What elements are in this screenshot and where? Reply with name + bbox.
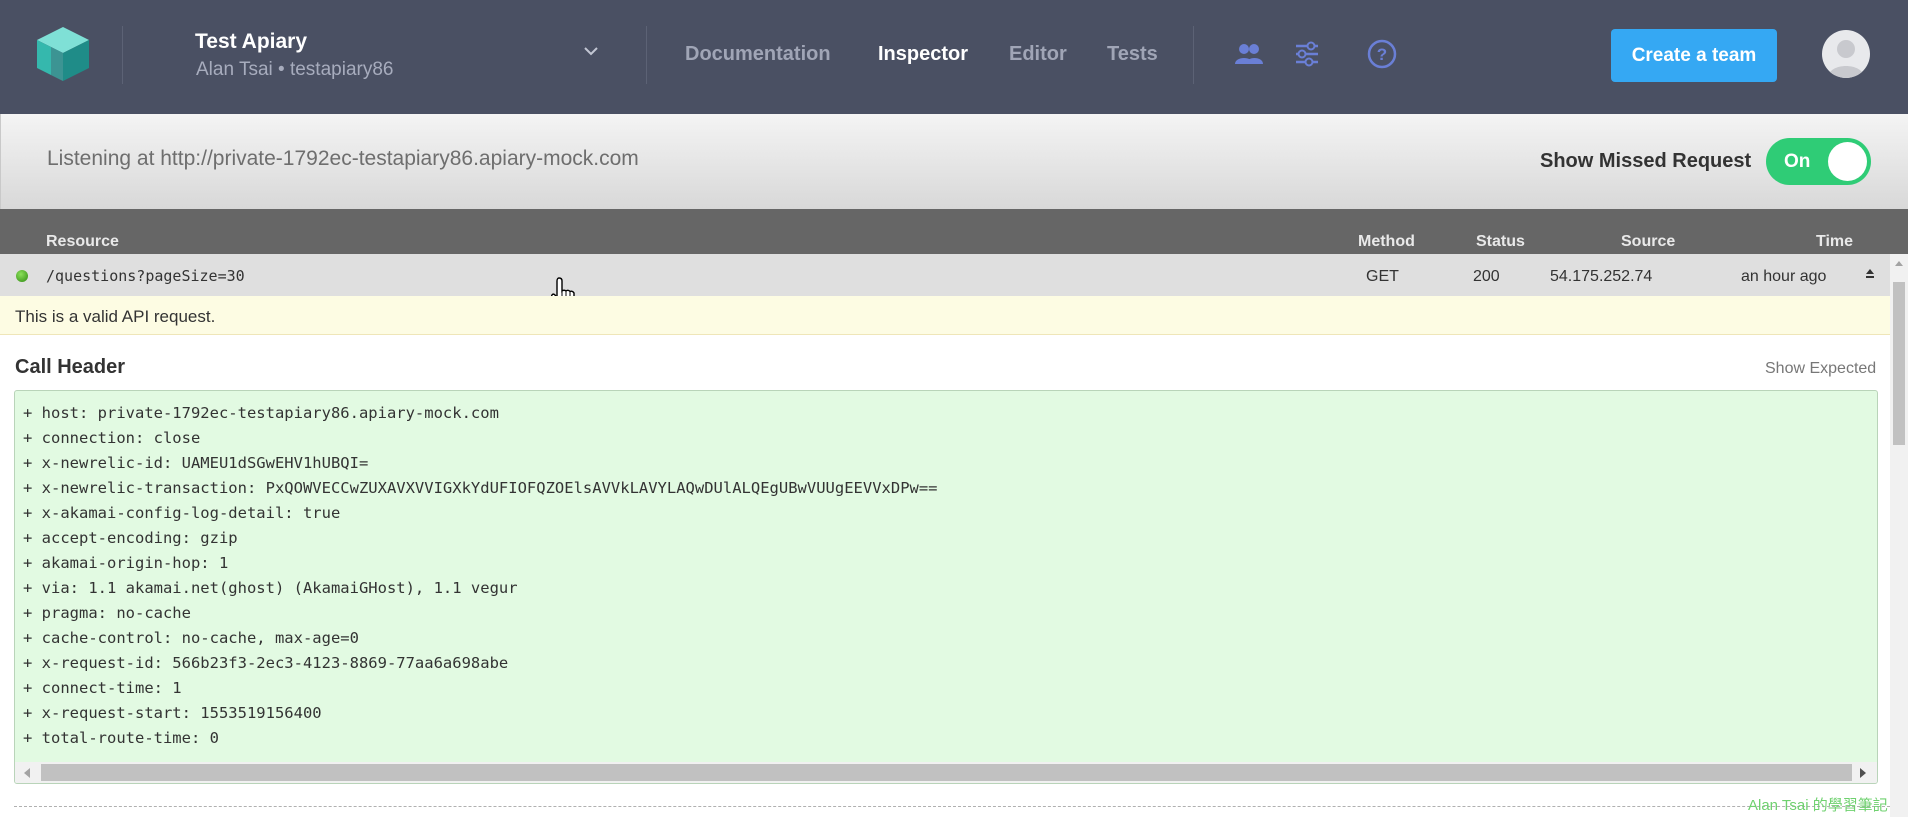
- show-missed-request-toggle[interactable]: On: [1766, 138, 1871, 185]
- scroll-right-icon[interactable]: [1860, 768, 1866, 778]
- nav-inspector[interactable]: Inspector: [878, 43, 968, 66]
- table-row[interactable]: /questions?pageSize=30 GET 200 54.175.25…: [0, 254, 1890, 296]
- request-method: GET: [1366, 268, 1399, 285]
- team-icon[interactable]: [1234, 42, 1264, 66]
- help-icon[interactable]: ?: [1367, 39, 1397, 69]
- scroll-left-icon[interactable]: [24, 768, 30, 778]
- vertical-scrollbar[interactable]: [1890, 254, 1908, 817]
- request-time: an hour ago: [1741, 268, 1827, 285]
- listening-url: Listening at http://private-1792ec-testa…: [47, 147, 639, 170]
- user-avatar-icon: [1828, 40, 1864, 78]
- header-line: + x-request-start: 1553519156400: [23, 704, 322, 722]
- apiary-logo[interactable]: [34, 25, 92, 83]
- header-line: + x-newrelic-transaction: PxQOWVECCwZUXA…: [23, 479, 938, 497]
- validation-banner: This is a valid API request.: [0, 296, 1890, 335]
- scroll-up-icon[interactable]: [1895, 261, 1903, 266]
- settings-sliders-icon[interactable]: [1294, 41, 1320, 67]
- status-indicator-icon: [16, 270, 28, 282]
- nav-documentation[interactable]: Documentation: [685, 43, 831, 66]
- watermark: Alan Tsai 的學習筆記: [1748, 797, 1888, 814]
- svg-text:?: ?: [1377, 45, 1387, 64]
- show-missed-request-label: Show Missed Request: [1540, 150, 1752, 172]
- call-header-title: Call Header: [15, 356, 126, 378]
- header-line: + x-akamai-config-log-detail: true: [23, 504, 341, 522]
- request-status: 200: [1473, 268, 1500, 285]
- project-subtitle: Alan Tsai • testapiary86: [196, 59, 394, 80]
- project-title[interactable]: Test Apiary: [195, 30, 307, 54]
- nav-editor[interactable]: Editor: [1009, 43, 1067, 66]
- nav-tests[interactable]: Tests: [1107, 43, 1158, 66]
- top-navigation-bar: Test Apiary Alan Tsai • testapiary86 Doc…: [0, 0, 1908, 114]
- column-header-method: Method: [1358, 233, 1415, 250]
- create-team-button[interactable]: Create a team: [1611, 29, 1777, 82]
- column-header-resource: Resource: [46, 233, 119, 250]
- header-line: + host: private-1792ec-testapiary86.apia…: [23, 404, 499, 422]
- section-divider: [14, 806, 1890, 807]
- sort-arrows-icon[interactable]: [1862, 267, 1878, 283]
- chevron-down-icon[interactable]: [582, 44, 600, 58]
- header-line: + akamai-origin-hop: 1: [23, 554, 229, 572]
- avatar[interactable]: [1822, 30, 1870, 78]
- requests-table-header: Resource Method Status Source Time: [0, 209, 1908, 254]
- request-source: 54.175.252.74: [1550, 268, 1653, 285]
- header-line: + cache-control: no-cache, max-age=0: [23, 629, 359, 647]
- call-header-code-block[interactable]: + host: private-1792ec-testapiary86.apia…: [14, 390, 1878, 784]
- divider: [1193, 26, 1194, 84]
- show-expected-link[interactable]: Show Expected: [1765, 360, 1876, 378]
- validation-message: This is a valid API request.: [15, 307, 216, 326]
- header-line: + connection: close: [23, 429, 201, 447]
- column-header-time: Time: [1816, 233, 1854, 250]
- header-line: + x-request-id: 566b23f3-2ec3-4123-8869-…: [23, 654, 509, 672]
- divider: [122, 26, 123, 84]
- divider: [646, 26, 647, 84]
- header-line: + pragma: no-cache: [23, 604, 191, 622]
- header-line: + x-newrelic-id: UAMEU1dSGwEHV1hUBQI=: [23, 454, 369, 472]
- column-header-status: Status: [1476, 233, 1525, 250]
- toggle-label: On: [1784, 151, 1811, 172]
- listening-bar: Listening at http://private-1792ec-testa…: [0, 114, 1908, 209]
- code-lines: + host: private-1792ec-testapiary86.apia…: [23, 401, 938, 751]
- header-line: + accept-encoding: gzip: [23, 529, 238, 547]
- horizontal-scrollbar[interactable]: [15, 762, 1877, 783]
- request-resource: /questions?pageSize=30: [46, 267, 245, 285]
- header-line: + connect-time: 1: [23, 679, 182, 697]
- header-line: + total-route-time: 0: [23, 729, 219, 747]
- column-header-source: Source: [1621, 233, 1676, 250]
- vertical-scroll-thumb[interactable]: [1893, 282, 1905, 445]
- toggle-knob: [1828, 142, 1867, 181]
- horizontal-scroll-thumb[interactable]: [41, 764, 1852, 781]
- header-line: + via: 1.1 akamai.net(ghost) (AkamaiGHos…: [23, 579, 518, 597]
